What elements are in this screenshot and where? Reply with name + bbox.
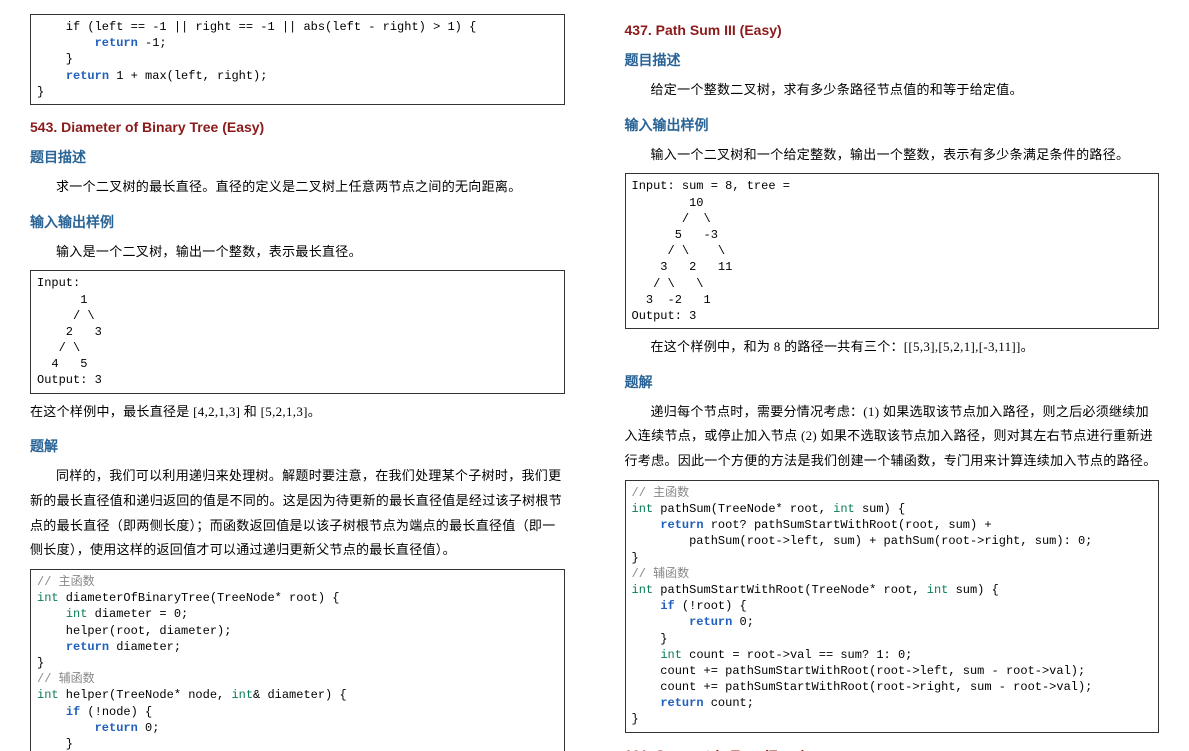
io-note-r: 在这个样例中，和为 8 的路径一共有三个：[[5,3],[5,2,1],[-3,… <box>625 335 1160 360</box>
code-fragment-top: if (left == -1 || right == -1 || abs(lef… <box>30 14 565 105</box>
solution-code-543: // 主函数 int diameterOfBinaryTree(TreeNode… <box>30 569 565 751</box>
heading-description-r: 题目描述 <box>625 50 1160 70</box>
solution-text: 同样的，我们可以利用递归来处理树。解题时要注意，在我们处理某个子树时，我们更新的… <box>30 464 565 563</box>
io-example-block: Input: 1 / \ 2 3 / \ 4 5 Output: 3 <box>30 270 565 393</box>
heading-solution-r: 题解 <box>625 372 1160 392</box>
section-title-101: 101. Symmetric Tree (Easy) <box>625 747 1160 751</box>
heading-solution: 题解 <box>30 436 565 456</box>
solution-code-437: // 主函数 int pathSum(TreeNode* root, int s… <box>625 480 1160 733</box>
io-example-block-r: Input: sum = 8, tree = 10 / \ 5 -3 / \ \… <box>625 173 1160 329</box>
description-text: 求一个二叉树的最长直径。直径的定义是二叉树上任意两节点之间的无向距离。 <box>30 175 565 200</box>
section-title-437: 437. Path Sum III (Easy) <box>625 22 1160 38</box>
description-text-r: 给定一个整数二叉树，求有多少条路径节点值的和等于给定值。 <box>625 78 1160 103</box>
right-page: 437. Path Sum III (Easy) 题目描述 给定一个整数二叉树，… <box>595 0 1189 751</box>
heading-io-r: 输入输出样例 <box>625 115 1160 135</box>
solution-text-r: 递归每个节点时，需要分情况考虑：(1) 如果选取该节点加入路径，则之后必须继续加… <box>625 400 1160 474</box>
heading-description: 题目描述 <box>30 147 565 167</box>
io-text: 输入是一个二叉树，输出一个整数，表示最长直径。 <box>30 240 565 265</box>
left-page: if (left == -1 || right == -1 || abs(lef… <box>0 0 595 751</box>
io-text-r: 输入一个二叉树和一个给定整数，输出一个整数，表示有多少条满足条件的路径。 <box>625 143 1160 168</box>
io-note: 在这个样例中，最长直径是 [4,2,1,3] 和 [5,2,1,3]。 <box>30 400 565 425</box>
section-title-543: 543. Diameter of Binary Tree (Easy) <box>30 119 565 135</box>
heading-io: 输入输出样例 <box>30 212 565 232</box>
